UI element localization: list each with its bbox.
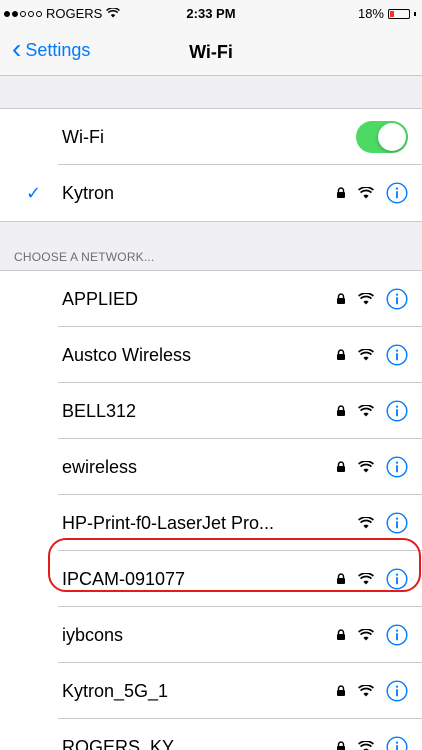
- lock-icon: [336, 573, 346, 585]
- battery-level: [390, 10, 394, 17]
- network-accessories: [336, 344, 408, 366]
- wifi-icon: [358, 685, 374, 697]
- network-name: BELL312: [62, 400, 137, 421]
- status-right: 18%: [358, 6, 416, 21]
- network-row[interactable]: iybcons: [0, 607, 422, 663]
- network-accessories: [336, 568, 408, 590]
- checkmark-icon: ✓: [26, 182, 42, 203]
- network-accessories: [336, 182, 408, 204]
- info-icon[interactable]: [386, 344, 408, 366]
- wifi-icon: [358, 517, 374, 529]
- network-name: ewireless: [62, 456, 138, 477]
- wifi-icon: [358, 187, 374, 199]
- page-title: Wi-Fi: [189, 42, 233, 62]
- battery-percentage: 18%: [357, 6, 384, 21]
- info-icon[interactable]: [386, 624, 408, 646]
- wifi-toggle-label: Wi-Fi: [62, 126, 104, 147]
- network-row[interactable]: IPCAM-091077: [0, 551, 422, 607]
- navigation-bar: ‹ Settings Wi-Fi: [0, 26, 422, 76]
- network-name: APPLIED: [62, 288, 139, 309]
- wifi-icon: [358, 405, 374, 417]
- network-accessories: [336, 624, 408, 646]
- network-name: ROGERS_KY: [62, 736, 175, 750]
- info-icon[interactable]: [386, 288, 408, 310]
- network-accessories: [336, 288, 408, 310]
- lock-icon: [336, 685, 346, 697]
- info-icon[interactable]: [386, 456, 408, 478]
- section-header: CHOOSE A NETWORK...: [14, 250, 155, 264]
- connected-network-name: Kytron: [62, 182, 115, 203]
- network-row[interactable]: ROGERS_KY: [0, 719, 422, 750]
- network-name: Kytron_5G_1: [62, 680, 169, 701]
- network-name: HP-Print-f0-LaserJet Pro...: [62, 512, 275, 533]
- info-icon[interactable]: [386, 400, 408, 422]
- battery-cap: [414, 11, 416, 16]
- toggle-knob: [378, 123, 406, 151]
- status-bar: ROGERS 2:33 PM 18%: [0, 0, 422, 26]
- wifi-toggle-row: Wi-Fi: [0, 109, 422, 165]
- network-accessories: [336, 680, 408, 702]
- network-row[interactable]: HP-Print-f0-LaserJet Pro...: [0, 495, 422, 551]
- wifi-icon: [358, 629, 374, 641]
- info-icon[interactable]: [386, 568, 408, 590]
- info-icon[interactable]: [386, 736, 408, 750]
- wifi-icon: [358, 461, 374, 473]
- lock-icon: [336, 293, 346, 305]
- lock-icon: [336, 349, 346, 361]
- wifi-icon: [358, 349, 374, 361]
- wifi-icon: [358, 741, 374, 750]
- network-list: APPLIED Austco Wireless BELL312 ewireless HP…: [0, 270, 422, 750]
- battery-icon: [388, 8, 410, 19]
- lock-icon: [336, 741, 346, 750]
- lock-icon: [336, 405, 346, 417]
- wifi-icon: [358, 293, 374, 305]
- network-row[interactable]: Austco Wireless: [0, 327, 422, 383]
- network-name: Austco Wireless: [62, 344, 192, 365]
- info-icon[interactable]: [386, 182, 408, 204]
- wifi-icon: [358, 573, 374, 585]
- wifi-status-group: Wi-Fi ✓ Kytron: [0, 108, 422, 222]
- connected-network-row[interactable]: ✓ Kytron: [0, 165, 422, 221]
- network-name: IPCAM-091077: [62, 568, 186, 589]
- network-name: iybcons: [62, 624, 124, 645]
- network-row[interactable]: BELL312: [0, 383, 422, 439]
- lock-icon: [336, 187, 346, 199]
- network-accessories: [336, 456, 408, 478]
- network-accessories: [336, 400, 408, 422]
- info-icon[interactable]: [386, 512, 408, 534]
- network-row[interactable]: APPLIED: [0, 271, 422, 327]
- info-icon[interactable]: [386, 680, 408, 702]
- lock-icon: [336, 461, 346, 473]
- network-row[interactable]: ewireless: [0, 439, 422, 495]
- network-accessories: [358, 512, 408, 534]
- wifi-toggle[interactable]: [356, 121, 408, 153]
- network-accessories: [336, 736, 408, 750]
- network-row[interactable]: Kytron_5G_1: [0, 663, 422, 719]
- lock-icon: [336, 629, 346, 641]
